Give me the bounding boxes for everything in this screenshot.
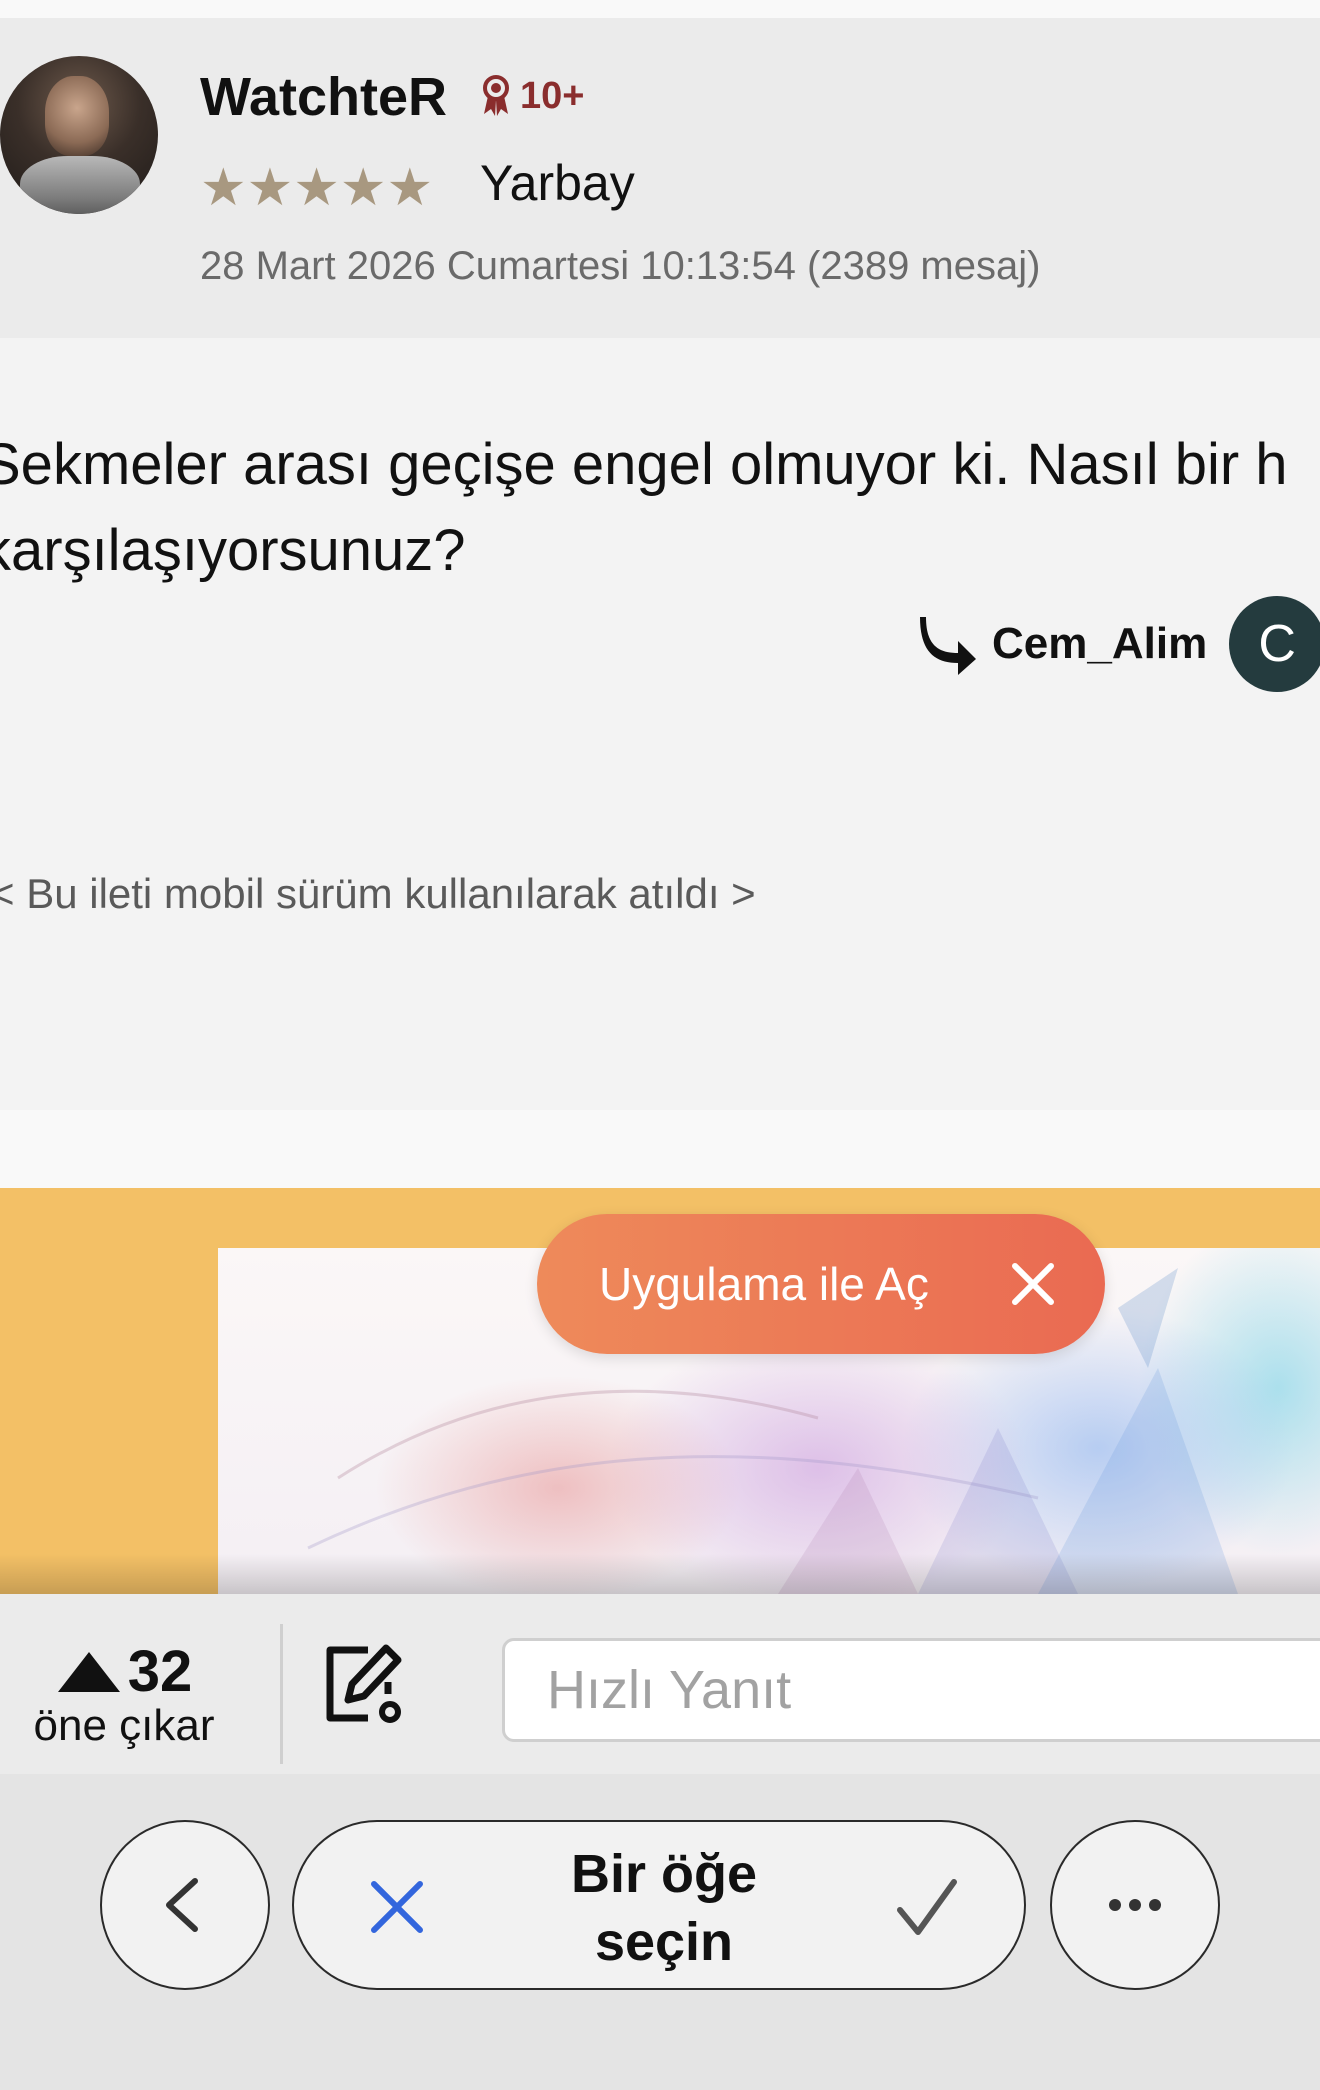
open-in-app-button[interactable]: Uygulama ile Aç xyxy=(537,1214,1105,1354)
item-picker: Bir öğe seçin xyxy=(292,1820,1026,1990)
post-message-line: Sekmeler arası geçişe engel olmuyor ki. … xyxy=(0,432,1288,497)
chevron-left-icon xyxy=(166,1878,198,1932)
more-horizontal-icon xyxy=(1109,1899,1161,1911)
vote-count: 32 xyxy=(127,1639,193,1704)
item-picker-label-line: Bir öğe xyxy=(570,1844,758,1904)
post-message: Sekmeler arası geçişe engel olmuyor ki. … xyxy=(0,422,1320,594)
post-meta: 28 Mart 2026 Cumartesi 10:13:54 (2389 me… xyxy=(200,244,1041,288)
open-in-app-label: Uygulama ile Aç xyxy=(599,1258,929,1310)
badge-count: 10+ xyxy=(520,74,585,117)
post-body: Sekmeler arası geçişe engel olmuyor ki. … xyxy=(0,338,1320,1110)
reply-to[interactable]: Cem_Alim C xyxy=(916,596,1320,692)
reply-to-avatar[interactable]: C xyxy=(1229,596,1320,692)
username[interactable]: WatchteR xyxy=(200,66,447,128)
bottom-toolbar: 32 öne çıkar Bir öğe seçin xyxy=(0,1594,1320,2090)
avatar-face xyxy=(45,76,109,156)
item-picker-label: Bir öğe seçin xyxy=(464,1840,864,1976)
avatar-armor xyxy=(20,156,140,214)
post-message-line: karşılaşıyorsunuz? xyxy=(0,518,466,583)
item-picker-label-line: seçin xyxy=(594,1912,734,1972)
user-avatar[interactable] xyxy=(0,56,158,214)
triangle-up-icon xyxy=(57,1651,120,1692)
upvote-button[interactable]: 32 öne çıkar xyxy=(14,1638,234,1751)
more-button[interactable] xyxy=(1050,1820,1220,1990)
close-icon[interactable] xyxy=(1007,1258,1059,1310)
vote-label: öne çıkar xyxy=(33,1701,215,1750)
vote-count-row: 32 xyxy=(14,1638,234,1705)
reply-to-name[interactable]: Cem_Alim xyxy=(992,619,1207,669)
top-spacer xyxy=(0,0,1320,18)
post-header: WatchteR 10+ ★★★★★ Yarbay 28 Mart 2026 C… xyxy=(0,18,1320,338)
close-icon[interactable] xyxy=(366,1876,428,1938)
back-button[interactable] xyxy=(100,1820,270,1990)
rank-stars: ★★★★★ xyxy=(200,159,434,217)
mobile-note: < Bu ileti mobil sürüm kullanılarak atıl… xyxy=(0,870,756,917)
reply-bar: 32 öne çıkar xyxy=(0,1594,1320,1774)
user-badge: 10+ xyxy=(478,74,584,118)
edit-note-icon[interactable] xyxy=(318,1638,410,1730)
ribbon-icon xyxy=(483,75,509,116)
banner-shade xyxy=(0,1554,1320,1594)
divider xyxy=(280,1624,283,1764)
quick-reply-input[interactable] xyxy=(502,1638,1320,1742)
checkmark-icon[interactable] xyxy=(894,1874,960,1940)
section-spacer xyxy=(0,1110,1320,1188)
reply-arrow-icon xyxy=(920,617,976,675)
user-rank: Yarbay xyxy=(480,155,635,211)
